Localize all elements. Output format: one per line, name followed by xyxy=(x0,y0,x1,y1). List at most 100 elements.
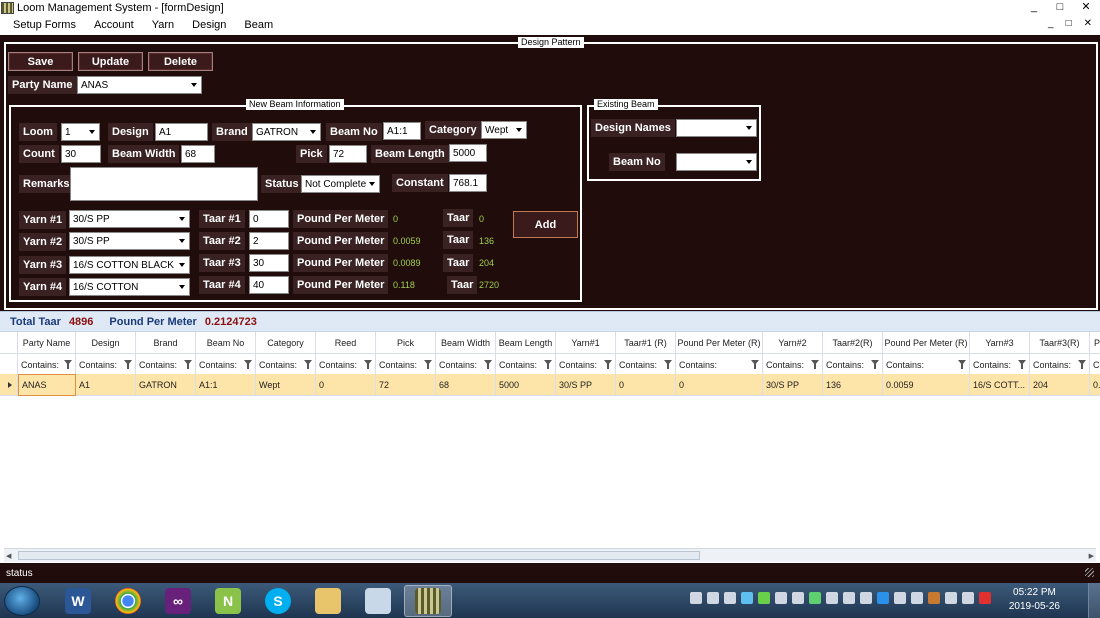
tray-icon[interactable] xyxy=(894,592,906,604)
table-cell[interactable]: Wept xyxy=(256,374,316,396)
column-filter[interactable]: Contains: xyxy=(136,354,196,376)
table-cell[interactable]: 0.0059 xyxy=(883,374,970,396)
filter-icon[interactable] xyxy=(304,360,312,369)
taskbar-explorer[interactable] xyxy=(304,585,352,617)
save-button[interactable]: Save xyxy=(8,52,73,71)
start-button[interactable] xyxy=(4,585,40,616)
table-cell[interactable]: GATRON xyxy=(136,374,196,396)
filter-icon[interactable] xyxy=(664,360,672,369)
volume-icon[interactable] xyxy=(775,592,787,604)
column-header[interactable]: Pick xyxy=(376,332,436,354)
table-cell[interactable]: 0. xyxy=(1090,374,1100,396)
tray-icon[interactable] xyxy=(826,592,838,604)
column-header[interactable]: Pound Per Meter (R) xyxy=(883,332,970,354)
mdi-minimize-button[interactable]: _ xyxy=(1048,18,1054,29)
wifi-icon[interactable] xyxy=(758,592,770,604)
taskbar-notepad[interactable]: N xyxy=(204,585,252,617)
tray-icon[interactable] xyxy=(707,592,719,604)
taskbar-visual-studio[interactable]: ∞ xyxy=(154,585,202,617)
count-input[interactable]: 30 xyxy=(61,145,101,163)
tray-icon[interactable] xyxy=(877,592,889,604)
column-filter[interactable]: Contains: xyxy=(1030,354,1090,376)
table-cell[interactable]: 136 xyxy=(823,374,883,396)
design-input[interactable]: A1 xyxy=(155,123,208,141)
existing-beam-no-dropdown[interactable] xyxy=(676,153,757,171)
filter-icon[interactable] xyxy=(811,360,819,369)
filter-icon[interactable] xyxy=(871,360,879,369)
taskbar-word[interactable]: W xyxy=(54,585,102,617)
column-header[interactable]: Reed xyxy=(316,332,376,354)
mdi-restore-button[interactable]: □ xyxy=(1066,18,1072,29)
column-header[interactable]: Taar#2(R) xyxy=(823,332,883,354)
filter-icon[interactable] xyxy=(484,360,492,369)
tray-icon[interactable] xyxy=(860,592,872,604)
tray-icon[interactable] xyxy=(979,592,991,604)
table-cell[interactable]: A1:1 xyxy=(196,374,256,396)
beam-length-input[interactable]: 5000 xyxy=(449,144,487,162)
column-header[interactable]: Design xyxy=(76,332,136,354)
update-button[interactable]: Update xyxy=(78,52,143,71)
close-button[interactable]: ✕ xyxy=(1080,0,1092,14)
category-dropdown[interactable]: Wept xyxy=(481,121,527,139)
taar-4-input[interactable]: 40 xyxy=(249,276,289,294)
column-filter[interactable]: Contains: xyxy=(436,354,496,376)
brand-dropdown[interactable]: GATRON xyxy=(252,123,321,141)
tray-icon[interactable] xyxy=(911,592,923,604)
column-header[interactable]: Yarn#1 xyxy=(556,332,616,354)
table-cell[interactable]: 0 xyxy=(676,374,763,396)
table-cell[interactable]: A1 xyxy=(76,374,136,396)
party-name-dropdown[interactable]: ANAS xyxy=(77,76,202,94)
beam-no-input[interactable]: A1:1 xyxy=(383,122,421,140)
column-filter[interactable]: Contains: xyxy=(676,354,763,376)
table-cell[interactable]: 68 xyxy=(436,374,496,396)
column-header[interactable]: Po xyxy=(1090,332,1100,354)
taskbar-skype[interactable]: S xyxy=(254,585,302,617)
resize-grip-icon[interactable] xyxy=(1085,568,1094,577)
taskbar-paint[interactable] xyxy=(354,585,402,617)
column-filter[interactable]: Contains: xyxy=(376,354,436,376)
scrollbar-thumb[interactable] xyxy=(18,551,700,560)
tray-icon[interactable] xyxy=(690,592,702,604)
taskbar-chrome[interactable] xyxy=(104,585,152,617)
menu-design[interactable]: Design xyxy=(183,19,235,31)
signal-icon[interactable] xyxy=(962,592,974,604)
tray-icon[interactable] xyxy=(741,592,753,604)
clock[interactable]: 05:22 PM 2019-05-26 xyxy=(1009,586,1060,614)
taar-3-input[interactable]: 30 xyxy=(249,254,289,272)
filter-icon[interactable] xyxy=(184,360,192,369)
tray-icon[interactable] xyxy=(945,592,957,604)
add-button[interactable]: Add xyxy=(513,211,578,238)
column-header[interactable]: Taar#3(R) xyxy=(1030,332,1090,354)
table-cell[interactable]: ANAS xyxy=(18,374,76,396)
delete-button[interactable]: Delete xyxy=(148,52,213,71)
column-header[interactable]: Yarn#2 xyxy=(763,332,823,354)
taskbar-loom-app[interactable] xyxy=(404,584,452,617)
column-filter[interactable]: Contains: xyxy=(76,354,136,376)
remarks-input[interactable] xyxy=(70,167,258,201)
column-filter[interactable]: Contains: xyxy=(256,354,316,376)
column-filter[interactable]: Contains: xyxy=(883,354,970,376)
column-header[interactable]: Party Name xyxy=(18,332,76,354)
table-cell[interactable]: 16/S COTT... xyxy=(970,374,1030,396)
column-header[interactable]: Brand xyxy=(136,332,196,354)
column-filter[interactable]: Contains: xyxy=(763,354,823,376)
filter-icon[interactable] xyxy=(424,360,432,369)
filter-icon[interactable] xyxy=(1078,360,1086,369)
menu-beam[interactable]: Beam xyxy=(235,19,282,31)
tray-icon[interactable] xyxy=(724,592,736,604)
tray-icon[interactable] xyxy=(843,592,855,604)
loom-dropdown[interactable]: 1 xyxy=(61,123,100,141)
column-filter[interactable]: Contains: xyxy=(1090,354,1100,376)
taar-2-input[interactable]: 2 xyxy=(249,232,289,250)
table-row[interactable]: ANAS A1 GATRON A1:1 Wept 0 72 68 5000 30/S PP 0 0 30… xyxy=(0,374,1100,396)
mdi-close-button[interactable]: ✕ xyxy=(1084,18,1092,29)
column-filter[interactable]: Contains: xyxy=(970,354,1030,376)
table-cell[interactable]: 204 xyxy=(1030,374,1090,396)
column-header[interactable]: Category xyxy=(256,332,316,354)
column-header[interactable]: Taar#1 (R) xyxy=(616,332,676,354)
column-header[interactable]: Beam Length xyxy=(496,332,556,354)
table-cell[interactable]: 0 xyxy=(316,374,376,396)
taar-1-input[interactable]: 0 xyxy=(249,210,289,228)
constant-input[interactable]: 768.1 xyxy=(449,174,487,192)
table-cell[interactable]: 30/S PP xyxy=(763,374,823,396)
